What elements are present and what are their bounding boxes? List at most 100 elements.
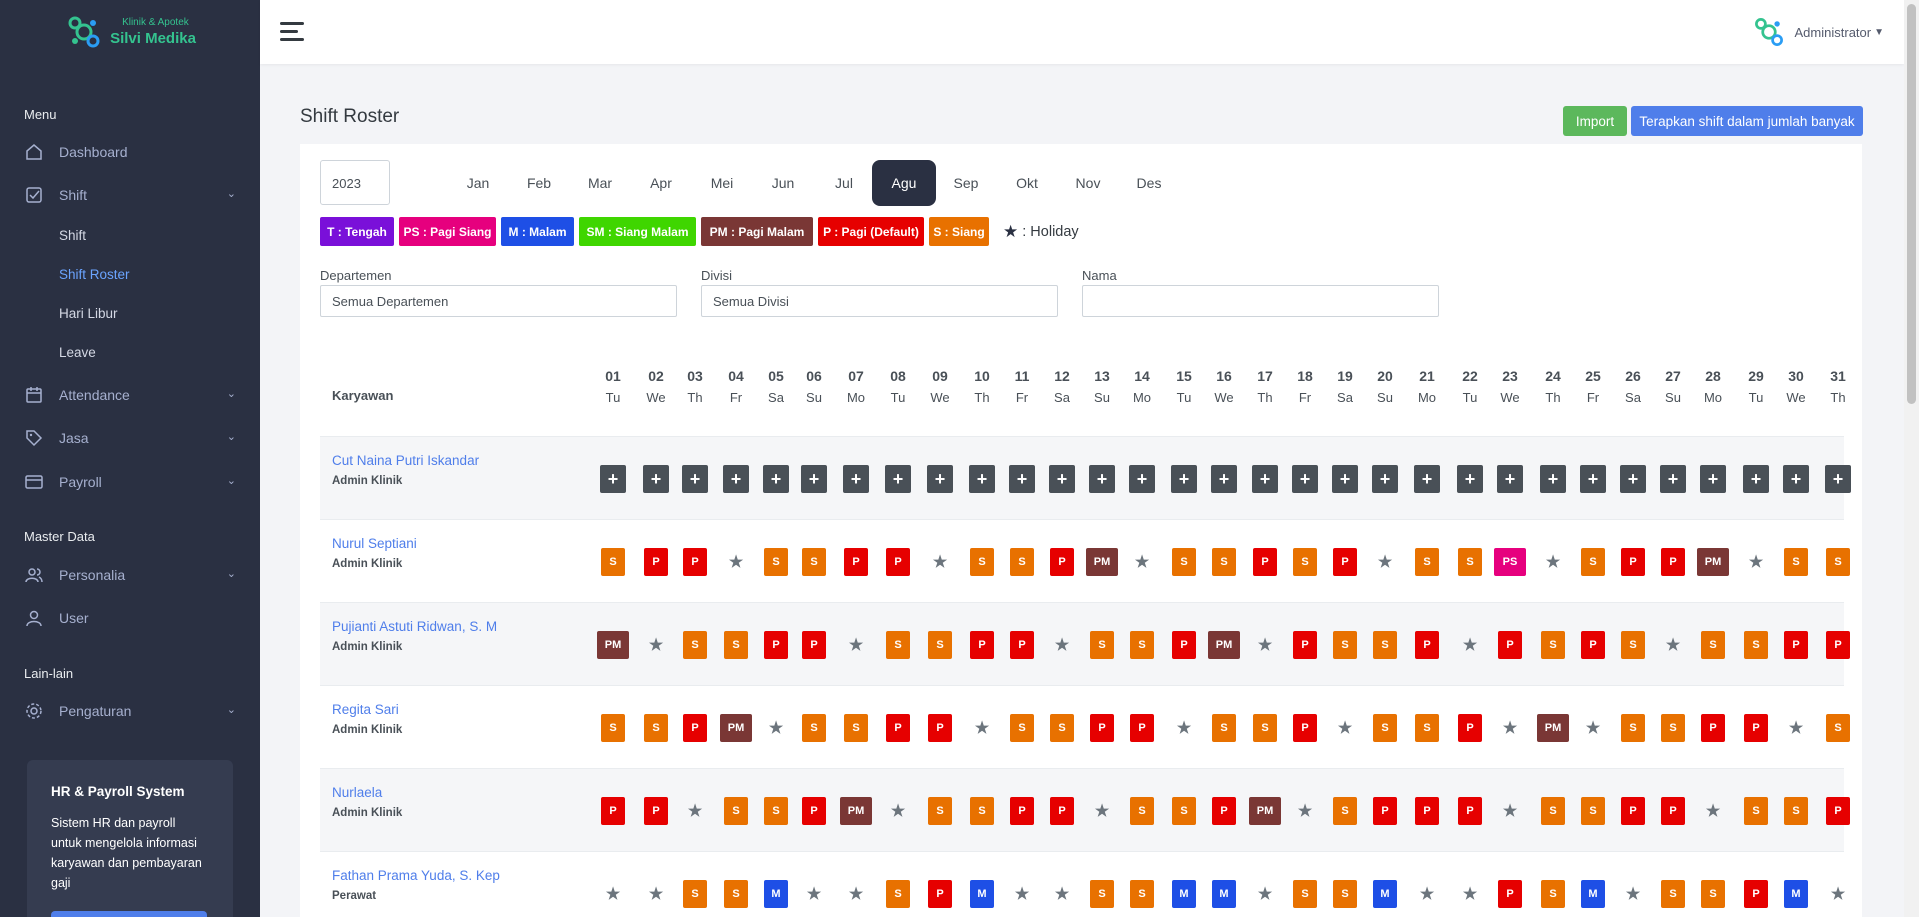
shift-badge-s[interactable]: S — [1212, 548, 1236, 576]
sidebar-subitem-shift[interactable]: Shift — [59, 228, 86, 243]
add-shift-button[interactable]: + — [1580, 465, 1606, 493]
shift-badge-s[interactable]: S — [1701, 880, 1725, 908]
shift-badge-s[interactable]: S — [844, 714, 868, 742]
sidebar-item-personalia[interactable]: Personalia ⌄ — [0, 557, 260, 593]
shift-badge-p[interactable]: P — [802, 797, 826, 825]
shift-badge-p[interactable]: P — [644, 548, 668, 576]
shift-badge-s[interactable]: S — [1130, 880, 1154, 908]
sidebar-item-shift[interactable]: Shift ⌄ — [0, 177, 260, 213]
shift-badge-p[interactable]: P — [1130, 714, 1154, 742]
add-shift-button[interactable]: + — [682, 465, 708, 493]
promo-button[interactable] — [51, 911, 207, 917]
shift-badge-s[interactable]: S — [1826, 714, 1850, 742]
sidebar-item-user[interactable]: User — [0, 600, 260, 636]
holiday-star-icon[interactable]: ★ — [1375, 548, 1395, 576]
month-tab-feb[interactable]: Feb — [507, 160, 571, 206]
shift-badge-s[interactable]: S — [1621, 631, 1645, 659]
shift-badge-p[interactable]: P — [601, 797, 625, 825]
shift-badge-s[interactable]: S — [928, 631, 952, 659]
shift-badge-p[interactable]: P — [1458, 714, 1482, 742]
shift-badge-p[interactable]: P — [1050, 797, 1074, 825]
employee-name-link[interactable]: Nurul Septiani — [332, 536, 417, 551]
bulk-apply-shift-button[interactable]: Terapkan shift dalam jumlah banyak — [1631, 106, 1863, 136]
month-tab-sep[interactable]: Sep — [934, 160, 998, 206]
shift-badge-p[interactable]: P — [683, 548, 707, 576]
shift-badge-s[interactable]: S — [1050, 714, 1074, 742]
shift-badge-s[interactable]: S — [683, 631, 707, 659]
shift-badge-p[interactable]: P — [1293, 631, 1317, 659]
shift-badge-s[interactable]: S — [886, 631, 910, 659]
month-tab-mei[interactable]: Mei — [690, 160, 754, 206]
shift-badge-s[interactable]: S — [1661, 714, 1685, 742]
shift-badge-p[interactable]: P — [1498, 631, 1522, 659]
employee-name-link[interactable]: Pujianti Astuti Ridwan, S. M — [332, 619, 497, 634]
holiday-star-icon[interactable]: ★ — [1828, 880, 1848, 908]
shift-badge-s[interactable]: S — [764, 548, 788, 576]
shift-badge-p[interactable]: P — [1744, 880, 1768, 908]
shift-badge-s[interactable]: S — [1293, 880, 1317, 908]
shift-badge-pm[interactable]: PM — [597, 631, 629, 659]
shift-badge-s[interactable]: S — [1784, 797, 1808, 825]
month-tab-nov[interactable]: Nov — [1056, 160, 1120, 206]
sidebar-item-attendance[interactable]: Attendance ⌄ — [0, 377, 260, 413]
holiday-star-icon[interactable]: ★ — [1543, 548, 1563, 576]
shift-badge-ps[interactable]: PS — [1494, 548, 1526, 576]
shift-badge-p[interactable]: P — [644, 797, 668, 825]
shift-badge-p[interactable]: P — [1621, 548, 1645, 576]
shift-badge-p[interactable]: P — [1701, 714, 1725, 742]
shift-badge-p[interactable]: P — [1458, 797, 1482, 825]
shift-badge-pm[interactable]: PM — [1697, 548, 1729, 576]
holiday-star-icon[interactable]: ★ — [1500, 714, 1520, 742]
holiday-star-icon[interactable]: ★ — [1255, 880, 1275, 908]
shift-badge-m[interactable]: M — [764, 880, 788, 908]
shift-badge-p[interactable]: P — [1090, 714, 1114, 742]
holiday-star-icon[interactable]: ★ — [685, 797, 705, 825]
add-shift-button[interactable]: + — [1372, 465, 1398, 493]
shift-badge-s[interactable]: S — [1458, 548, 1482, 576]
add-shift-button[interactable]: + — [643, 465, 669, 493]
holiday-star-icon[interactable]: ★ — [1663, 631, 1683, 659]
shift-badge-p[interactable]: P — [1661, 797, 1685, 825]
menu-toggle-icon[interactable] — [280, 22, 304, 42]
holiday-star-icon[interactable]: ★ — [930, 548, 950, 576]
add-shift-button[interactable]: + — [1292, 465, 1318, 493]
page-scrollbar[interactable] — [1904, 0, 1919, 917]
shift-badge-s[interactable]: S — [1541, 631, 1565, 659]
shift-badge-pm[interactable]: PM — [720, 714, 752, 742]
shift-badge-s[interactable]: S — [1373, 714, 1397, 742]
month-tab-des[interactable]: Des — [1117, 160, 1181, 206]
holiday-star-icon[interactable]: ★ — [1052, 631, 1072, 659]
shift-badge-p[interactable]: P — [1415, 797, 1439, 825]
shift-badge-pm[interactable]: PM — [840, 797, 872, 825]
shift-badge-p[interactable]: P — [1784, 631, 1808, 659]
shift-badge-s[interactable]: S — [886, 880, 910, 908]
shift-badge-s[interactable]: S — [1744, 797, 1768, 825]
month-tab-apr[interactable]: Apr — [629, 160, 693, 206]
shift-badge-p[interactable]: P — [1333, 548, 1357, 576]
holiday-star-icon[interactable]: ★ — [1583, 714, 1603, 742]
month-tab-jan[interactable]: Jan — [446, 160, 510, 206]
shift-badge-s[interactable]: S — [1172, 797, 1196, 825]
add-shift-button[interactable]: + — [1700, 465, 1726, 493]
shift-badge-pm[interactable]: PM — [1537, 714, 1569, 742]
shift-badge-m[interactable]: M — [970, 880, 994, 908]
departemen-select[interactable]: Semua Departemen — [320, 285, 677, 317]
shift-badge-p[interactable]: P — [764, 631, 788, 659]
add-shift-button[interactable]: + — [1540, 465, 1566, 493]
add-shift-button[interactable]: + — [1783, 465, 1809, 493]
sidebar-subitem-shift-roster[interactable]: Shift Roster — [59, 267, 130, 282]
add-shift-button[interactable]: + — [1332, 465, 1358, 493]
shift-badge-p[interactable]: P — [802, 631, 826, 659]
holiday-star-icon[interactable]: ★ — [603, 880, 623, 908]
add-shift-button[interactable]: + — [801, 465, 827, 493]
shift-badge-p[interactable]: P — [1373, 797, 1397, 825]
add-shift-button[interactable]: + — [763, 465, 789, 493]
shift-badge-m[interactable]: M — [1212, 880, 1236, 908]
shift-badge-s[interactable]: S — [1541, 880, 1565, 908]
shift-badge-s[interactable]: S — [1415, 548, 1439, 576]
shift-badge-p[interactable]: P — [1172, 631, 1196, 659]
shift-badge-p[interactable]: P — [1744, 714, 1768, 742]
shift-badge-s[interactable]: S — [1333, 797, 1357, 825]
holiday-star-icon[interactable]: ★ — [766, 714, 786, 742]
shift-badge-s[interactable]: S — [970, 548, 994, 576]
